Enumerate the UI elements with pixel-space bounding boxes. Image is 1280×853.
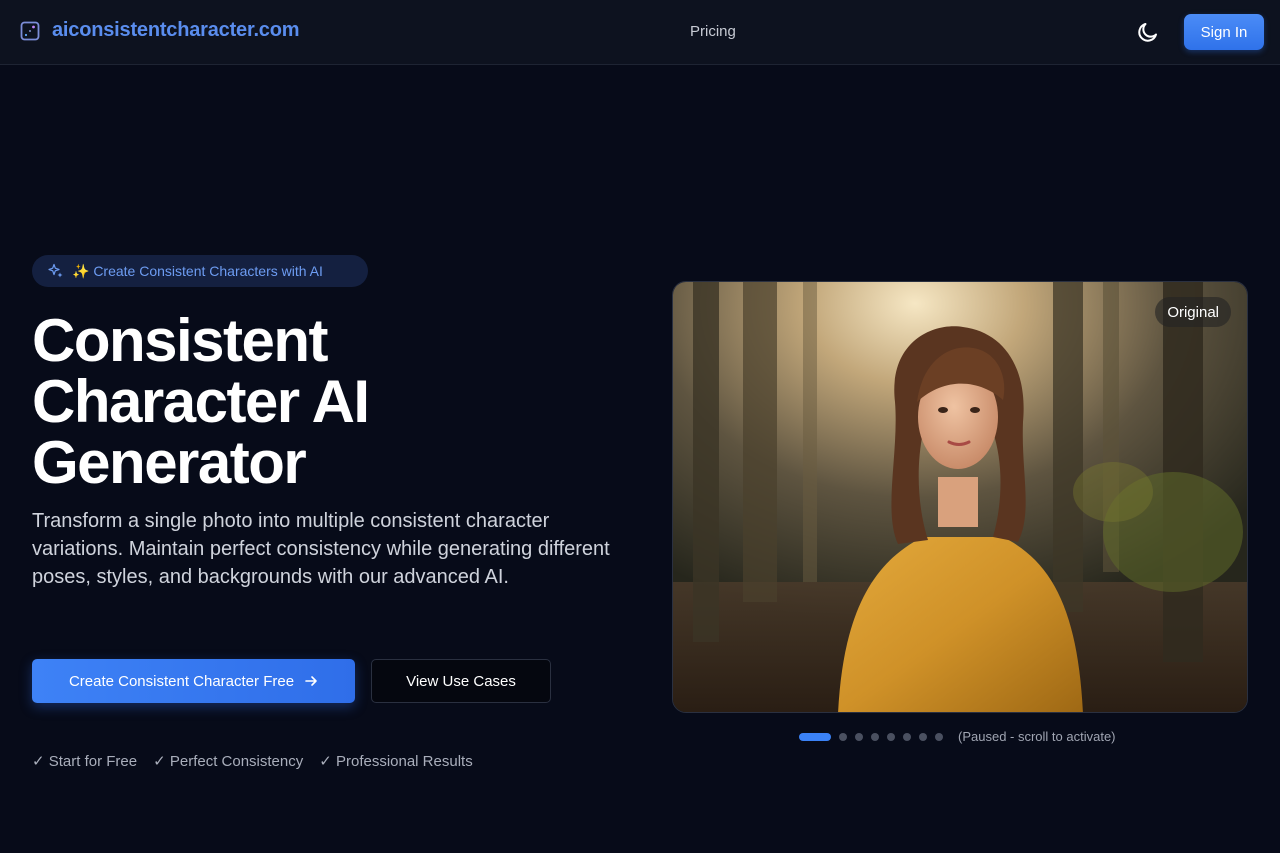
hero-title: Consistent Character AI Generator: [32, 310, 632, 493]
hero-title-line: Generator: [32, 429, 307, 496]
carousel-dot[interactable]: [855, 733, 863, 741]
carousel-indicators: [799, 731, 943, 743]
carousel-dot[interactable]: [903, 733, 911, 741]
brand-name[interactable]: aiconsistentcharacter.com: [52, 19, 300, 42]
image-label-badge: Original: [1155, 297, 1231, 327]
create-character-button[interactable]: Create Consistent Character Free: [32, 659, 355, 703]
feature-item: ✓ Perfect Consistency: [153, 753, 304, 770]
sparkles-icon: [48, 263, 63, 278]
carousel-dot[interactable]: [839, 733, 847, 741]
carousel-dot[interactable]: [935, 733, 943, 741]
top-navbar: aiconsistentcharacter.com Pricing Sign I…: [0, 0, 1280, 65]
badge-label: ✨ Create Consistent Characters with AI: [72, 262, 323, 279]
nav-link-pricing[interactable]: Pricing: [690, 23, 736, 40]
hero-description: Transform a single photo into multiple c…: [32, 510, 610, 588]
logo-icon[interactable]: [20, 21, 40, 41]
moon-icon[interactable]: [1136, 20, 1160, 44]
carousel-dot[interactable]: [887, 733, 895, 741]
arrow-right-icon: [305, 676, 317, 686]
feature-item: ✓ Start for Free: [32, 753, 138, 770]
portrait-photo: [673, 282, 1247, 712]
feature-item: ✓ Professional Results: [319, 753, 473, 770]
hero-title-line: Character AI: [32, 368, 370, 435]
carousel-dot[interactable]: [871, 733, 879, 741]
carousel-status: (Paused - scroll to activate): [958, 729, 1116, 744]
create-character-label: Create Consistent Character Free: [68, 672, 295, 690]
carousel-dot[interactable]: [799, 733, 831, 741]
carousel-dot[interactable]: [919, 733, 927, 741]
feature-list: ✓ Start for Free ✓ Perfect Consistency ✓…: [32, 752, 473, 770]
character-preview-image: Original: [672, 281, 1248, 713]
hero-title-line: Consistent: [32, 307, 329, 374]
hero-badge: ✨ Create Consistent Characters with AI: [32, 255, 368, 287]
sign-in-button[interactable]: Sign In: [1184, 14, 1264, 50]
view-use-cases-button[interactable]: View Use Cases: [371, 659, 551, 703]
